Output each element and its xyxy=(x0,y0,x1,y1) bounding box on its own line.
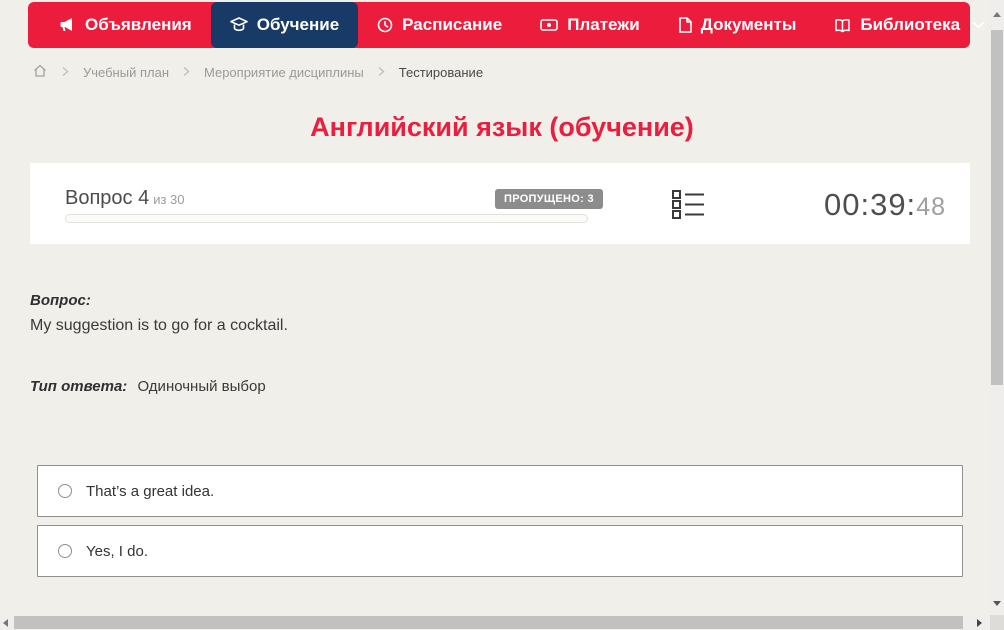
nav-item-label: Библиотека xyxy=(860,15,961,34)
chevron-right-icon xyxy=(377,65,386,80)
main-navbar: Объявления Обучение Расписание Платежи Д… xyxy=(28,2,984,48)
nav-item-schedule[interactable]: Расписание xyxy=(358,2,521,48)
answer-type-value: Одиночный выбор xyxy=(137,378,266,395)
breadcrumb: Учебный план Мероприятие дисциплины Тест… xyxy=(32,63,483,82)
breadcrumb-item-testing: Тестирование xyxy=(398,65,484,80)
horizontal-scrollbar-thumb[interactable] xyxy=(14,616,963,629)
answer-option[interactable]: That’s a great idea. xyxy=(37,465,963,517)
nav-item-label: Расписание xyxy=(402,15,503,34)
nav-item-label: Платежи xyxy=(567,15,640,34)
nav-item-label: Документы xyxy=(700,15,797,34)
page-title: Английский язык (обучение) xyxy=(310,112,694,142)
test-timer: 00:39:48 xyxy=(824,187,946,223)
question-total: из 30 xyxy=(153,192,185,207)
chevron-down-icon xyxy=(973,21,984,29)
skipped-badge: ПРОПУЩЕНО: 3 xyxy=(495,189,603,209)
clock-icon xyxy=(377,17,393,33)
breadcrumb-item-curriculum[interactable]: Учебный план xyxy=(83,65,169,80)
scroll-up-arrow-icon[interactable] xyxy=(993,12,1001,17)
scrollbar-corner xyxy=(990,615,1004,630)
horizontal-scrollbar[interactable] xyxy=(0,615,990,630)
document-icon xyxy=(678,17,692,33)
question-text: My suggestion is to go for a cocktail. xyxy=(30,317,288,334)
nav-item-training[interactable]: Обучение xyxy=(210,2,359,48)
vertical-scrollbar[interactable] xyxy=(990,0,1004,615)
scroll-left-arrow-icon[interactable] xyxy=(3,619,8,627)
chevron-right-icon xyxy=(61,65,70,80)
timer-hours-minutes: 00:39: xyxy=(823,187,917,222)
nav-item-label: Объявления xyxy=(85,15,192,34)
home-icon[interactable] xyxy=(32,63,48,82)
timer-seconds: 48 xyxy=(916,193,946,221)
scroll-right-arrow-icon[interactable] xyxy=(977,619,982,627)
nav-item-announcements[interactable]: Объявления xyxy=(40,2,211,48)
radio-button-icon[interactable] xyxy=(58,544,72,558)
banknote-icon xyxy=(540,18,559,32)
question-header-card: Вопрос 4 из 30 ПРОПУЩЕНО: 3 00:39:48 xyxy=(30,163,970,244)
breadcrumb-item-discipline-event[interactable]: Мероприятие дисциплины xyxy=(204,65,364,80)
question-list-icon[interactable] xyxy=(672,190,705,224)
answer-type-row: Тип ответа: Одиночный выбор xyxy=(30,378,266,395)
open-book-icon xyxy=(834,18,851,33)
question-counter: Вопрос 4 из 30 xyxy=(65,187,185,210)
vertical-scrollbar-thumb[interactable] xyxy=(991,30,1003,385)
nav-item-payments[interactable]: Платежи xyxy=(521,2,659,48)
question-number: Вопрос 4 xyxy=(65,187,150,209)
answer-option-text: That’s a great idea. xyxy=(86,482,215,500)
radio-button-icon[interactable] xyxy=(58,484,72,498)
nav-item-documents[interactable]: Документы xyxy=(659,2,816,48)
graduation-cap-icon xyxy=(229,17,248,33)
chevron-right-icon xyxy=(182,65,191,80)
nav-item-label: Обучение xyxy=(256,15,340,34)
scroll-down-arrow-icon[interactable] xyxy=(993,601,1001,606)
answer-type-label: Тип ответа: xyxy=(30,378,128,395)
question-progress-bar xyxy=(65,214,588,223)
answer-option-text: Yes, I do. xyxy=(86,542,148,560)
question-label: Вопрос: xyxy=(30,292,91,309)
answer-option[interactable]: Yes, I do. xyxy=(37,525,963,577)
megaphone-icon xyxy=(59,17,76,33)
nav-item-library[interactable]: Библиотека xyxy=(815,2,1003,48)
